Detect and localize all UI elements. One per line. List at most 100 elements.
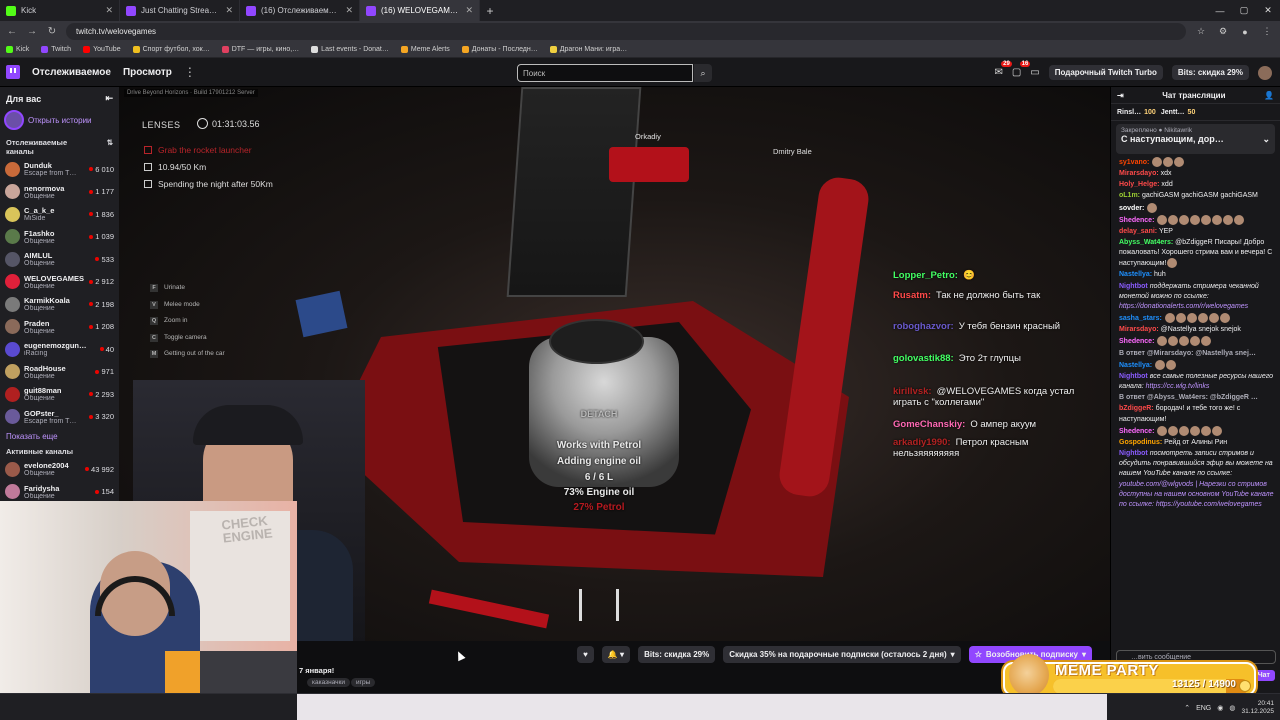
- sidebar-channel[interactable]: evelone2004 Общение 43 992: [0, 458, 119, 481]
- chat-username[interactable]: Abyss_Wat4ers:: [1119, 239, 1173, 246]
- sidebar-channel[interactable]: eugenemozgun… iRacing 40: [0, 338, 119, 361]
- bits-button[interactable]: Bits: скидка 29%: [1171, 65, 1249, 80]
- bookmark-star-icon[interactable]: ☆: [1194, 26, 1208, 37]
- tag-1[interactable]: каказначки: [307, 678, 351, 687]
- sidebar-channel[interactable]: F1ashko Общение 1 039: [0, 226, 119, 249]
- chat-username[interactable]: Gospodinus:: [1119, 439, 1162, 446]
- notifications-icon[interactable]: ▢ 16: [1012, 61, 1031, 78]
- new-tab-button[interactable]: +: [480, 0, 500, 21]
- bookmark-item[interactable]: YouTube: [83, 46, 121, 53]
- bookmark-item[interactable]: Спорт футбол, хок…: [132, 46, 210, 53]
- more-icon[interactable]: ⋮: [184, 65, 196, 79]
- bits-discount-button[interactable]: Bits: скидка 29%: [638, 646, 716, 663]
- chat-send-button[interactable]: Чат: [1252, 670, 1275, 681]
- language-indicator[interactable]: ENG: [1196, 705, 1211, 712]
- close-tab-icon[interactable]: ✕: [105, 5, 113, 16]
- open-stories-button[interactable]: Открыть истории: [4, 110, 115, 130]
- extensions-icon[interactable]: ⚙: [1216, 26, 1230, 37]
- sidebar-channel[interactable]: C_a_k_e MiSide 1 836: [0, 203, 119, 226]
- chat-username[interactable]: Holy_Helge:: [1119, 181, 1159, 188]
- sort-icon[interactable]: ⇅: [107, 138, 113, 156]
- bookmark-item[interactable]: DTF — игры, кино,…: [221, 46, 299, 53]
- tray-chevron-icon[interactable]: ⌃: [1184, 704, 1190, 712]
- collapse-sidebar-icon[interactable]: ⇤: [105, 93, 113, 104]
- browser-tab[interactable]: (16) Отслеживаемые активн… ✕: [240, 0, 360, 21]
- forward-icon[interactable]: →: [26, 26, 38, 37]
- user-avatar[interactable]: [1258, 65, 1272, 80]
- collapse-chat-icon[interactable]: ⇥: [1117, 91, 1124, 100]
- chat-link[interactable]: https://cc.wlg.tv/links: [1146, 383, 1210, 390]
- chat-username[interactable]: sovder:: [1119, 205, 1144, 212]
- chat-username[interactable]: Shedence:: [1119, 338, 1154, 345]
- sidebar-channel[interactable]: nenormova Общение 1 177: [0, 181, 119, 204]
- twitch-logo-icon[interactable]: [6, 65, 20, 79]
- browser-tab[interactable]: (16) WELOVEGAMES - Twit… ✕: [360, 0, 480, 21]
- chat-username[interactable]: Shedence:: [1119, 428, 1154, 435]
- chat-username[interactable]: Mirarsdayo:: [1119, 326, 1159, 333]
- chat-username[interactable]: Nightbot: [1119, 373, 1148, 380]
- sidebar-channel[interactable]: GOPster_ Escape from T… 3 320: [0, 406, 119, 429]
- sidebar-channel[interactable]: WELOVEGAMES Общение 2 912: [0, 271, 119, 294]
- sidebar-channel[interactable]: Praden Общение 1 208: [0, 316, 119, 339]
- chat-username[interactable]: sasha_stars:: [1119, 315, 1162, 322]
- back-icon[interactable]: ←: [6, 26, 18, 37]
- sidebar-channel[interactable]: KarmikKoala Общение 2 198: [0, 293, 119, 316]
- search-icon[interactable]: ⌕: [694, 64, 712, 82]
- sidebar-channel[interactable]: guit88man Общение 2 293: [0, 383, 119, 406]
- nav-browse[interactable]: Просмотр: [123, 67, 172, 78]
- network-icon[interactable]: ◉: [1217, 704, 1223, 712]
- close-tab-icon[interactable]: ✕: [465, 5, 473, 16]
- sidebar-channel[interactable]: AIMLUL Общение 533: [0, 248, 119, 271]
- turbo-button[interactable]: Подарочный Twitch Turbo: [1048, 65, 1163, 80]
- bookmark-item[interactable]: Драгон Мани: игра…: [549, 46, 627, 53]
- url-field[interactable]: twitch.tv/welovegames: [66, 23, 1186, 40]
- pinned-message[interactable]: Закреплено ● Nikitawrik С наступающим, д…: [1116, 124, 1275, 154]
- bookmark-item[interactable]: Twitch: [41, 46, 71, 53]
- minimize-icon[interactable]: —: [1208, 0, 1232, 21]
- menu-icon[interactable]: ⋮: [1260, 26, 1274, 37]
- maximize-icon[interactable]: ▢: [1232, 0, 1256, 21]
- chat-users-icon[interactable]: 👤: [1264, 91, 1274, 100]
- close-tab-icon[interactable]: ✕: [345, 5, 353, 16]
- bookmark-item[interactable]: Донаты - Последн…: [461, 46, 538, 53]
- gift-subs-button[interactable]: Скидка 35% на подарочные подписки (остал…: [723, 646, 961, 663]
- whispers-icon[interactable]: ▭: [1030, 67, 1039, 78]
- chat-username[interactable]: Mirarsdayo:: [1119, 170, 1159, 177]
- chat-username[interactable]: delay_sani:: [1119, 228, 1157, 235]
- chat-link[interactable]: youtube.com/@wlgvods | Нарезки со стримо…: [1119, 481, 1273, 508]
- inbox-icon[interactable]: ✉ 29: [994, 61, 1012, 78]
- chat-username[interactable]: В ответ @Mirarsdayo: @Nastellya snej…: [1119, 350, 1256, 357]
- browser-tab[interactable]: Kick ✕: [0, 0, 120, 21]
- expand-pin-icon[interactable]: ⌄: [1262, 134, 1270, 145]
- chat-username[interactable]: oL1m:: [1119, 192, 1140, 199]
- follow-heart-button[interactable]: ♥: [577, 646, 594, 663]
- reload-icon[interactable]: ↻: [46, 26, 58, 37]
- bookmark-item[interactable]: Meme Alerts: [400, 46, 450, 53]
- chat-username[interactable]: sy1vano:: [1119, 159, 1149, 166]
- sidebar-channel[interactable]: RoadHouse Общение 971: [0, 361, 119, 384]
- sidebar-channel[interactable]: Dunduk Escape from T… 6 010: [0, 158, 119, 181]
- close-tab-icon[interactable]: ✕: [225, 5, 233, 16]
- gifter-entry[interactable]: Rinsl… 100: [1117, 109, 1156, 116]
- chat-username[interactable]: Nightbot: [1119, 283, 1148, 290]
- show-more-link[interactable]: Показать еще: [0, 428, 119, 445]
- close-window-icon[interactable]: ✕: [1256, 0, 1280, 21]
- sidebar-channel[interactable]: Faridysha Общение 154: [0, 481, 119, 502]
- chat-username[interactable]: Shedence:: [1119, 217, 1154, 224]
- chat-username[interactable]: bZdiggeR:: [1119, 405, 1154, 412]
- chat-link[interactable]: https://donationalerts.com/r/welovegames: [1119, 303, 1248, 310]
- chat-username[interactable]: Nastellya:: [1119, 271, 1152, 278]
- profile-icon[interactable]: ●: [1238, 27, 1252, 37]
- notifications-toggle-button[interactable]: 🔔 ▾: [601, 646, 631, 663]
- gifter-entry[interactable]: Jentt… 50: [1161, 109, 1196, 116]
- nav-following[interactable]: Отслеживаемое: [32, 67, 111, 78]
- bookmark-item[interactable]: Last events - Donat…: [311, 46, 389, 53]
- clock[interactable]: 20:41 31.12.2025: [1241, 700, 1274, 716]
- chat-username[interactable]: Nightbot: [1119, 450, 1148, 457]
- browser-tab[interactable]: Just Chatting Streaming - Live ✕: [120, 0, 240, 21]
- chat-username[interactable]: В ответ @Abyss_Wat4ers: @bZdiggeR …: [1119, 394, 1258, 401]
- search-input[interactable]: Поиск: [517, 64, 693, 82]
- volume-icon[interactable]: ◍: [1229, 704, 1235, 712]
- bookmark-item[interactable]: Kick: [6, 46, 29, 53]
- chat-username[interactable]: Nastellya:: [1119, 362, 1152, 369]
